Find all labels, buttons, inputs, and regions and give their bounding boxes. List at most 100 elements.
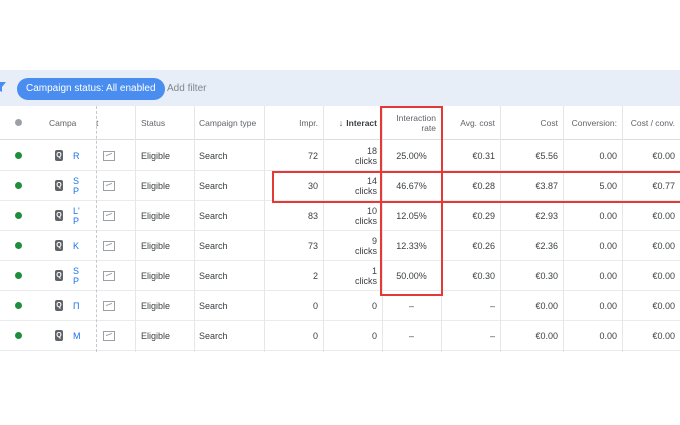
- column-header-impr[interactable]: Impr.: [264, 106, 323, 139]
- status-toggle[interactable]: [0, 261, 36, 290]
- column-divider: [500, 106, 501, 352]
- campaign-type-text: Search: [199, 210, 228, 221]
- campaign-name-link-line2[interactable]: P: [73, 186, 79, 196]
- status-dot-icon: [14, 212, 22, 219]
- status-toggle[interactable]: [0, 171, 36, 200]
- campaign-name-cell[interactable]: L' P: [68, 201, 92, 230]
- column-header-cost-per-conv[interactable]: Cost / conv.: [622, 106, 680, 139]
- column-header-ad[interactable]: t: [91, 106, 111, 139]
- campaign-type-cell: Q: [50, 261, 68, 290]
- campaign-type-cell: Q: [50, 321, 68, 350]
- status-toggle[interactable]: [0, 141, 36, 170]
- status-cell: Eligible: [141, 240, 171, 251]
- interaction-rate-cell: 12.33%: [396, 240, 427, 251]
- column-header-cost[interactable]: Cost: [500, 106, 563, 139]
- column-header-campaign[interactable]: Campa: [44, 106, 84, 139]
- column-header-interaction-rate[interactable]: Interaction rate: [382, 106, 441, 139]
- status-toggle[interactable]: [0, 201, 36, 230]
- cost-cell: €3.87: [535, 180, 558, 191]
- interactions-unit: clicks: [355, 245, 377, 256]
- campaign-type-cell: Q: [50, 201, 68, 230]
- table-row[interactable]: Q M Eligible Search 0 0 – – €0.00 0.00 €…: [0, 321, 680, 351]
- status-dot-icon: [14, 332, 22, 339]
- column-header-conversions[interactable]: Conversion:: [563, 106, 622, 139]
- campaign-name-link[interactable]: M: [73, 331, 81, 341]
- interactions-cell: 9 clicks: [323, 231, 382, 260]
- campaign-name-link-line2[interactable]: P: [73, 276, 79, 286]
- table-row[interactable]: Q L' P Eligible Search 83 10 clicks 12.05…: [0, 201, 680, 231]
- interactions-cell: 1 clicks: [323, 261, 382, 290]
- column-divider: [194, 106, 195, 352]
- status-cell: Eligible: [141, 150, 171, 161]
- campaign-name-link[interactable]: S: [73, 176, 79, 186]
- campaign-name-cell[interactable]: K: [68, 231, 92, 260]
- add-filter-button[interactable]: Add filter: [167, 78, 206, 100]
- column-header-status[interactable]: Status: [136, 106, 194, 139]
- campaign-name-cell[interactable]: R: [68, 141, 92, 170]
- status-cell: Eligible: [141, 300, 171, 311]
- column-header-avg-cost[interactable]: Avg. cost: [441, 106, 500, 139]
- campaign-name-link[interactable]: S: [73, 266, 79, 276]
- campaign-status-filter-chip[interactable]: Campaign status: All enabled: [17, 78, 165, 100]
- campaign-name-cell[interactable]: M: [68, 321, 92, 350]
- table-row[interactable]: Q П Eligible Search 0 0 – – €0.00 0.00 €…: [0, 291, 680, 321]
- ad-preview-cell[interactable]: [98, 171, 120, 200]
- ad-preview-cell[interactable]: [98, 261, 120, 290]
- interactions-cell: 14 clicks: [323, 171, 382, 200]
- status-dot-icon: [14, 242, 22, 249]
- search-campaign-icon: Q: [55, 150, 63, 161]
- campaign-name-cell[interactable]: SP: [68, 261, 92, 290]
- search-campaign-icon: Q: [55, 300, 63, 311]
- column-header-interactions[interactable]: ↓ Interact: [323, 106, 382, 139]
- interactions-cell: 10 clicks: [323, 201, 382, 230]
- interaction-rate-cell: 46.67%: [396, 180, 427, 191]
- avg-cost-cell: –: [489, 300, 495, 311]
- avg-cost-cell: €0.29: [472, 210, 495, 221]
- column-divider: [323, 106, 324, 352]
- campaign-name-link[interactable]: R: [73, 151, 80, 161]
- campaign-name-link[interactable]: L': [73, 206, 80, 216]
- campaign-name-link-line2[interactable]: P: [73, 216, 80, 226]
- cost-per-conv-cell: €0.77: [652, 180, 675, 191]
- cost-per-conv-cell: €0.00: [652, 300, 675, 311]
- campaign-name-link[interactable]: П: [73, 301, 79, 311]
- cost-cell: €2.36: [535, 240, 558, 251]
- impressions-cell: 0: [312, 330, 318, 341]
- cost-per-conv-cell: €0.00: [652, 210, 675, 221]
- table-row[interactable]: Q R Eligible Search 72 18 clicks 25.00% …: [0, 141, 680, 171]
- campaign-name-link[interactable]: K: [73, 241, 79, 251]
- cost-cell: €5.56: [535, 150, 558, 161]
- table-row[interactable]: Q SP Eligible Search 30 14 clicks 46.67%…: [0, 171, 680, 201]
- ad-preview-cell[interactable]: [98, 141, 120, 170]
- status-column-header[interactable]: [0, 106, 36, 139]
- table-row[interactable]: Q SP Eligible Search 2 1 clicks 50.00% €…: [0, 261, 680, 291]
- interactions-unit: clicks: [355, 215, 377, 226]
- ad-preview-cell[interactable]: [98, 321, 120, 350]
- conversions-cell: 0.00: [599, 270, 617, 281]
- search-campaign-icon: Q: [55, 240, 63, 251]
- interaction-rate-cell: 12.05%: [396, 210, 427, 221]
- status-toggle[interactable]: [0, 291, 36, 320]
- ad-preview-cell[interactable]: [98, 201, 120, 230]
- status-toggle[interactable]: [0, 321, 36, 350]
- frozen-column-divider[interactable]: [96, 106, 97, 352]
- campaign-type-text: Search: [199, 240, 228, 251]
- interactions-unit: clicks: [355, 185, 377, 196]
- image-placeholder-icon: [103, 270, 115, 281]
- cost-cell: €0.00: [535, 300, 558, 311]
- ad-preview-cell[interactable]: [98, 231, 120, 260]
- campaign-name-cell[interactable]: SP: [68, 171, 92, 200]
- image-placeholder-icon: [103, 150, 115, 161]
- interaction-rate-cell: –: [408, 300, 414, 311]
- column-divider: [563, 106, 564, 352]
- conversions-cell: 0.00: [599, 300, 617, 311]
- status-toggle[interactable]: [0, 231, 36, 260]
- campaign-name-cell[interactable]: П: [68, 291, 92, 320]
- funnel-icon[interactable]: [0, 82, 6, 92]
- cost-cell: €0.30: [535, 270, 558, 281]
- table-row[interactable]: Q K Eligible Search 73 9 clicks 12.33% €…: [0, 231, 680, 261]
- ad-preview-cell[interactable]: [98, 291, 120, 320]
- search-campaign-icon: Q: [55, 270, 63, 281]
- cost-per-conv-cell: €0.00: [652, 270, 675, 281]
- column-header-campaign-type[interactable]: Campaign type: [194, 106, 264, 139]
